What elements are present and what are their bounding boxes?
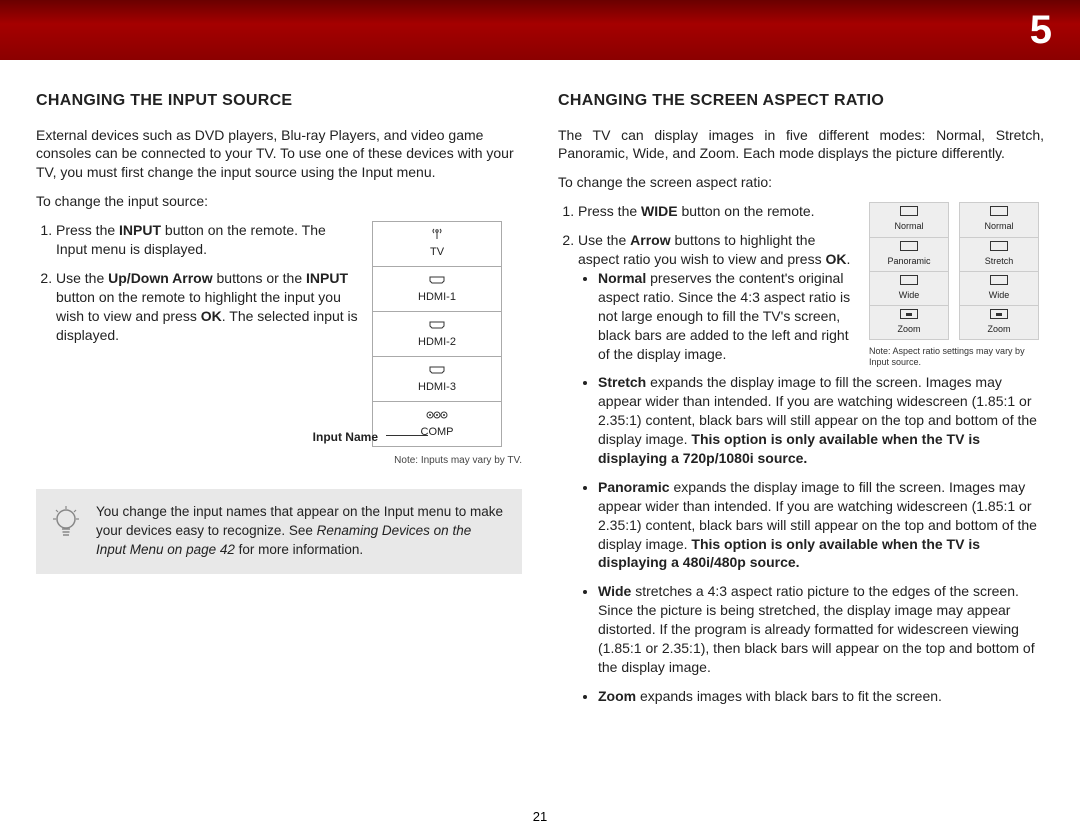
input-menu-item-hdmi3: HDMI-3 — [373, 357, 501, 402]
aspect-item: Normal — [870, 203, 948, 237]
hdmi-icon — [373, 273, 501, 289]
aspect-item: Zoom — [870, 306, 948, 339]
aspect-icon — [990, 241, 1008, 251]
aspect-item: Normal — [960, 203, 1038, 237]
right-intro: The TV can display images in five differ… — [558, 126, 1044, 164]
aspect-icon — [900, 241, 918, 251]
tip-box: You change the input names that appear o… — [36, 489, 522, 574]
left-column: CHANGING THE INPUT SOURCE External devic… — [36, 90, 522, 716]
right-heading: CHANGING THE SCREEN ASPECT RATIO — [558, 90, 1044, 112]
page-number: 21 — [533, 809, 547, 824]
label-connector-line — [386, 435, 428, 436]
aspect-note: Note: Aspect ratio settings may vary by … — [869, 346, 1039, 368]
input-menu-item-hdmi1: HDMI-1 — [373, 267, 501, 312]
component-icon — [373, 408, 501, 424]
aspect-figure: Normal Panoramic Wide Zoom Normal Stretc… — [869, 202, 1044, 368]
bullet-stretch: Stretch expands the display image to fil… — [598, 373, 1044, 467]
antenna-icon — [373, 228, 501, 244]
page-content: CHANGING THE INPUT SOURCE External devic… — [0, 60, 1080, 716]
chapter-number: 5 — [1030, 8, 1052, 53]
aspect-item: Zoom — [960, 306, 1038, 339]
bullet-zoom: Zoom expands images with black bars to f… — [598, 687, 1044, 706]
left-heading: CHANGING THE INPUT SOURCE — [36, 90, 522, 112]
aspect-col-right: Normal Stretch Wide Zoom — [959, 202, 1039, 340]
input-menu-item-hdmi2: HDMI-2 — [373, 312, 501, 357]
right-column: CHANGING THE SCREEN ASPECT RATIO The TV … — [558, 90, 1044, 716]
input-name-label: Input Name — [313, 429, 382, 445]
aspect-item: Panoramic — [870, 238, 948, 272]
input-menu-item-comp: COMP — [373, 402, 501, 446]
aspect-item: Wide — [870, 272, 948, 306]
left-instruction-lead: To change the input source: — [36, 192, 522, 211]
aspect-icon — [990, 275, 1008, 285]
input-figure: TV HDMI-1 HDMI-2 HDMI-3 — [372, 221, 522, 447]
chapter-header: 5 — [0, 0, 1080, 60]
lightbulb-icon — [50, 505, 82, 547]
hdmi-icon — [373, 363, 501, 379]
aspect-item: Wide — [960, 272, 1038, 306]
aspect-icon — [900, 309, 918, 319]
left-steps: Press the INPUT button on the remote. Th… — [36, 221, 358, 344]
bullet-panoramic: Panoramic expands the display image to f… — [598, 478, 1044, 572]
aspect-item: Stretch — [960, 238, 1038, 272]
hdmi-icon — [373, 318, 501, 334]
manual-page: 5 CHANGING THE INPUT SOURCE External dev… — [0, 0, 1080, 834]
aspect-icon — [990, 309, 1008, 319]
right-instruction-lead: To change the screen aspect ratio: — [558, 173, 1044, 192]
steps-with-figure: Press the INPUT button on the remote. Th… — [36, 221, 522, 447]
left-step-2: Use the Up/Down Arrow buttons or the INP… — [56, 269, 358, 345]
aspect-icon — [900, 275, 918, 285]
left-intro: External devices such as DVD players, Bl… — [36, 126, 522, 183]
aspect-grid: Normal Panoramic Wide Zoom Normal Stretc… — [869, 202, 1044, 340]
aspect-icon — [990, 206, 1008, 216]
steps-text: Press the INPUT button on the remote. Th… — [36, 221, 358, 447]
bullet-wide: Wide stretches a 4:3 aspect ratio pictur… — [598, 582, 1044, 676]
input-menu-item-tv: TV — [373, 222, 501, 267]
aspect-icon — [900, 206, 918, 216]
aspect-col-left: Normal Panoramic Wide Zoom — [869, 202, 949, 340]
left-step-1: Press the INPUT button on the remote. Th… — [56, 221, 358, 259]
left-note: Note: Inputs may vary by TV. — [36, 454, 522, 468]
input-menu: TV HDMI-1 HDMI-2 HDMI-3 — [372, 221, 502, 447]
